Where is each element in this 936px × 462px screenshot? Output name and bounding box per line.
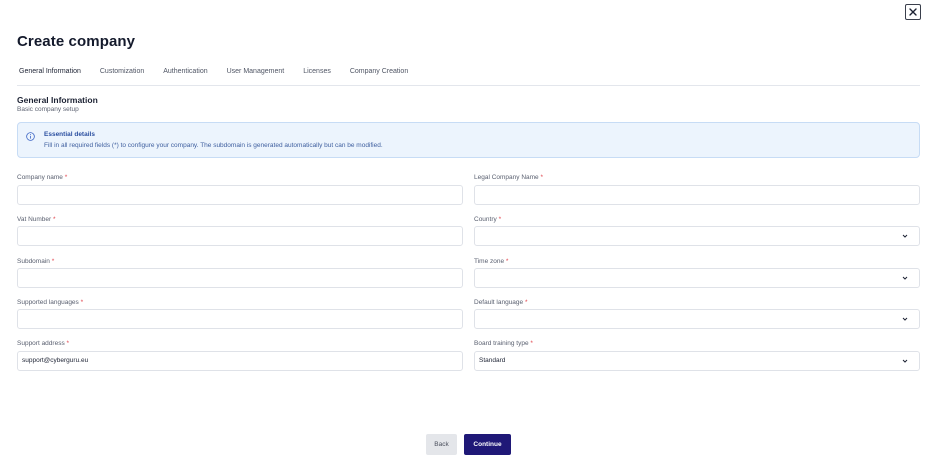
tab-bar: General Information Customization Authen…	[17, 66, 920, 86]
country-label: Country *	[474, 216, 502, 223]
vat-number-input[interactable]	[17, 226, 463, 246]
default-language-label: Default language *	[474, 299, 528, 306]
company-name-label: Company name *	[17, 174, 68, 181]
time-zone-label: Time zone *	[474, 258, 509, 265]
subdomain-label: Subdomain *	[17, 258, 55, 265]
alert-title: Essential details	[44, 131, 95, 138]
board-training-type-value: Standard	[479, 357, 506, 364]
legal-company-name-input[interactable]	[474, 185, 920, 205]
board-training-type-label: Board training type *	[474, 340, 533, 347]
tab-company-creation[interactable]: Company Creation	[348, 66, 410, 85]
subdomain-input[interactable]	[17, 268, 463, 288]
tab-licenses[interactable]: Licenses	[301, 66, 333, 85]
tab-general-information[interactable]: General Information	[17, 66, 83, 85]
vat-number-label: Vat Number *	[17, 216, 56, 223]
info-icon	[26, 132, 35, 141]
page-title: Create company	[17, 33, 136, 50]
support-address-input[interactable]: support@cyberguru.eu	[17, 351, 463, 371]
company-name-input[interactable]	[17, 185, 463, 205]
tab-user-management[interactable]: User Management	[225, 66, 287, 85]
alert-text: Fill in all required fields (*) to confi…	[44, 142, 383, 149]
default-language-select[interactable]	[474, 309, 920, 329]
board-training-type-select[interactable]: Standard	[474, 351, 920, 371]
time-zone-select[interactable]	[474, 268, 920, 288]
chevron-down-icon	[902, 317, 908, 321]
section-title: General Information	[17, 95, 98, 105]
chevron-down-icon	[902, 276, 908, 280]
back-button[interactable]: Back	[426, 434, 457, 455]
close-button[interactable]	[905, 4, 921, 20]
tab-customization[interactable]: Customization	[98, 66, 146, 85]
continue-button[interactable]: Continue	[464, 434, 511, 455]
supported-languages-label: Supported languages *	[17, 299, 84, 306]
section-subtitle: Basic company setup	[17, 106, 79, 113]
chevron-down-icon	[902, 359, 908, 363]
supported-languages-input[interactable]	[17, 309, 463, 329]
country-select[interactable]	[474, 226, 920, 246]
chevron-down-icon	[902, 234, 908, 238]
tab-authentication[interactable]: Authentication	[161, 66, 209, 85]
support-address-label: Support address *	[17, 340, 70, 347]
legal-company-name-label: Legal Company Name *	[474, 174, 544, 181]
close-icon	[909, 8, 917, 16]
info-alert: Essential details Fill in all required f…	[17, 122, 920, 158]
